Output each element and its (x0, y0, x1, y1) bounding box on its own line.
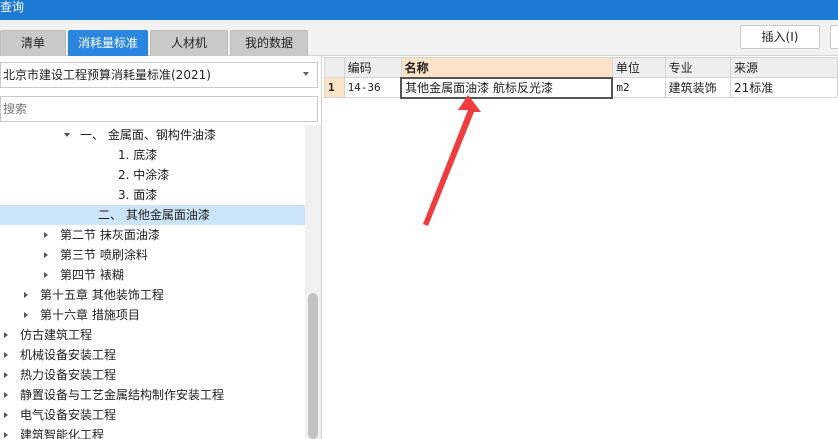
tree-item-label: 第二节 抹灰面油漆 (60, 228, 160, 242)
chevron-right-icon[interactable] (4, 352, 8, 358)
insert-button[interactable]: 插入(I) (740, 25, 820, 49)
table-row[interactable]: 1 14-36 其他金属面油漆 航标反光漆 m2 建筑装饰 21标准 (324, 76, 838, 99)
grid-header-major[interactable]: 专业 (664, 57, 732, 78)
tab-bill[interactable]: 清单 (0, 30, 66, 56)
window-titlebar: 查询 (0, 0, 838, 20)
tree-item[interactable]: 静置设备与工艺金属结构制作安装工程 (0, 385, 305, 405)
chevron-right-icon[interactable] (4, 392, 8, 398)
chevron-down-icon[interactable] (64, 133, 70, 137)
chevron-right-icon[interactable] (44, 272, 48, 278)
chevron-right-icon[interactable] (4, 412, 8, 418)
search-box[interactable] (0, 96, 318, 122)
window-title: 查询 (0, 0, 25, 14)
tree-item-label: 第十五章 其他装饰工程 (40, 288, 164, 302)
grid-header-source[interactable]: 来源 (730, 57, 838, 78)
cell-name[interactable]: 其他金属面油漆 航标反光漆 (400, 76, 614, 99)
tree-item[interactable]: 第十六章 措施项目 (0, 305, 305, 325)
grid-header-code[interactable]: 编码 (343, 57, 402, 78)
tree-item[interactable]: 1. 底漆 (0, 145, 305, 165)
chevron-right-icon[interactable] (4, 432, 8, 438)
tree-item[interactable]: 一、 金属面、钢构件油漆 (0, 125, 305, 145)
tree-item-label: 第三节 喷刷涂料 (60, 248, 148, 262)
tree-item-label: 电气设备安装工程 (20, 408, 117, 422)
toolbar-extra-button[interactable] (830, 25, 838, 49)
chevron-right-icon[interactable] (4, 332, 8, 338)
standard-select[interactable]: 北京市建设工程预算消耗量标准(2021) (0, 62, 318, 88)
tab-consumption-standard[interactable]: 消耗量标准 (68, 30, 148, 56)
left-panel: 北京市建设工程预算消耗量标准(2021) 一、 金属面、钢构件油漆 1. 底漆 2.… (0, 56, 322, 439)
tree-scrollbar[interactable] (305, 125, 321, 439)
tree-item[interactable]: 2. 中涂漆 (0, 165, 305, 185)
tree-scrollbar-thumb[interactable] (308, 293, 318, 439)
grid-header-row: 编码 名称 单位 专业 来源 (324, 57, 838, 78)
tree-item[interactable]: 仿古建筑工程 (0, 325, 305, 345)
cell-code[interactable]: 14-36 (343, 77, 402, 98)
chevron-right-icon[interactable] (24, 312, 28, 318)
tree-item-label: 2. 中涂漆 (118, 168, 170, 182)
tab-labor-material-machine[interactable]: 人材机 (150, 30, 228, 56)
tree-item-label: 热力设备安装工程 (20, 368, 117, 382)
cell-source[interactable]: 21标准 (730, 77, 838, 98)
tree-item[interactable]: 第二节 抹灰面油漆 (0, 225, 305, 245)
quota-grid: 编码 名称 单位 专业 来源 1 14-36 其他金属面油漆 航标反光漆 m2 … (324, 57, 838, 99)
tree-item[interactable]: 电气设备安装工程 (0, 405, 305, 425)
tree-item[interactable]: 二、 其他金属面油漆 (0, 205, 305, 225)
cell-major[interactable]: 建筑装饰 (664, 77, 732, 98)
tree-item-label: 1. 底漆 (118, 148, 158, 162)
standard-select-value: 北京市建设工程预算消耗量标准(2021) (3, 68, 211, 82)
tree-item-label: 第十六章 措施项目 (40, 308, 140, 322)
tree-item[interactable]: 建筑智能化工程 (0, 425, 305, 439)
cell-unit[interactable]: m2 (611, 77, 666, 98)
search-input[interactable] (1, 97, 317, 121)
grid-header-name[interactable]: 名称 (400, 57, 613, 78)
chevron-right-icon[interactable] (4, 372, 8, 378)
tree-item[interactable]: 第三节 喷刷涂料 (0, 245, 305, 265)
grid-header-unit[interactable]: 单位 (611, 57, 666, 78)
tree-item-label: 3. 面漆 (118, 188, 158, 202)
chevron-down-icon (303, 72, 309, 76)
tree-item-label: 建筑智能化工程 (20, 428, 105, 439)
grid-header-index (324, 57, 345, 78)
tree-item-label: 第四节 裱糊 (60, 268, 124, 282)
tree-item[interactable]: 3. 面漆 (0, 185, 305, 205)
tree-item[interactable]: 热力设备安装工程 (0, 365, 305, 385)
tab-bar: 清单 消耗量标准 人材机 我的数据 插入(I) (0, 20, 838, 56)
tree-item[interactable]: 机械设备安装工程 (0, 345, 305, 365)
tree-item[interactable]: 第十五章 其他装饰工程 (0, 285, 305, 305)
tree-item-label: 机械设备安装工程 (20, 348, 117, 362)
tree-item-label: 仿古建筑工程 (20, 328, 93, 342)
annotation-arrow-icon (423, 95, 481, 226)
row-index: 1 (324, 77, 345, 98)
chapter-tree: 一、 金属面、钢构件油漆 1. 底漆 2. 中涂漆 3. 面漆二、 其他金属面油漆第二… (0, 125, 305, 439)
tree-item[interactable]: 第四节 裱糊 (0, 265, 305, 285)
tree-item-label: 静置设备与工艺金属结构制作安装工程 (20, 388, 225, 402)
chevron-right-icon[interactable] (44, 252, 48, 258)
chevron-right-icon[interactable] (44, 232, 48, 238)
tab-my-data[interactable]: 我的数据 (230, 30, 308, 56)
tree-item-label: 二、 其他金属面油漆 (98, 208, 210, 222)
tree-item-label: 一、 金属面、钢构件油漆 (80, 128, 216, 142)
chevron-right-icon[interactable] (24, 292, 28, 298)
